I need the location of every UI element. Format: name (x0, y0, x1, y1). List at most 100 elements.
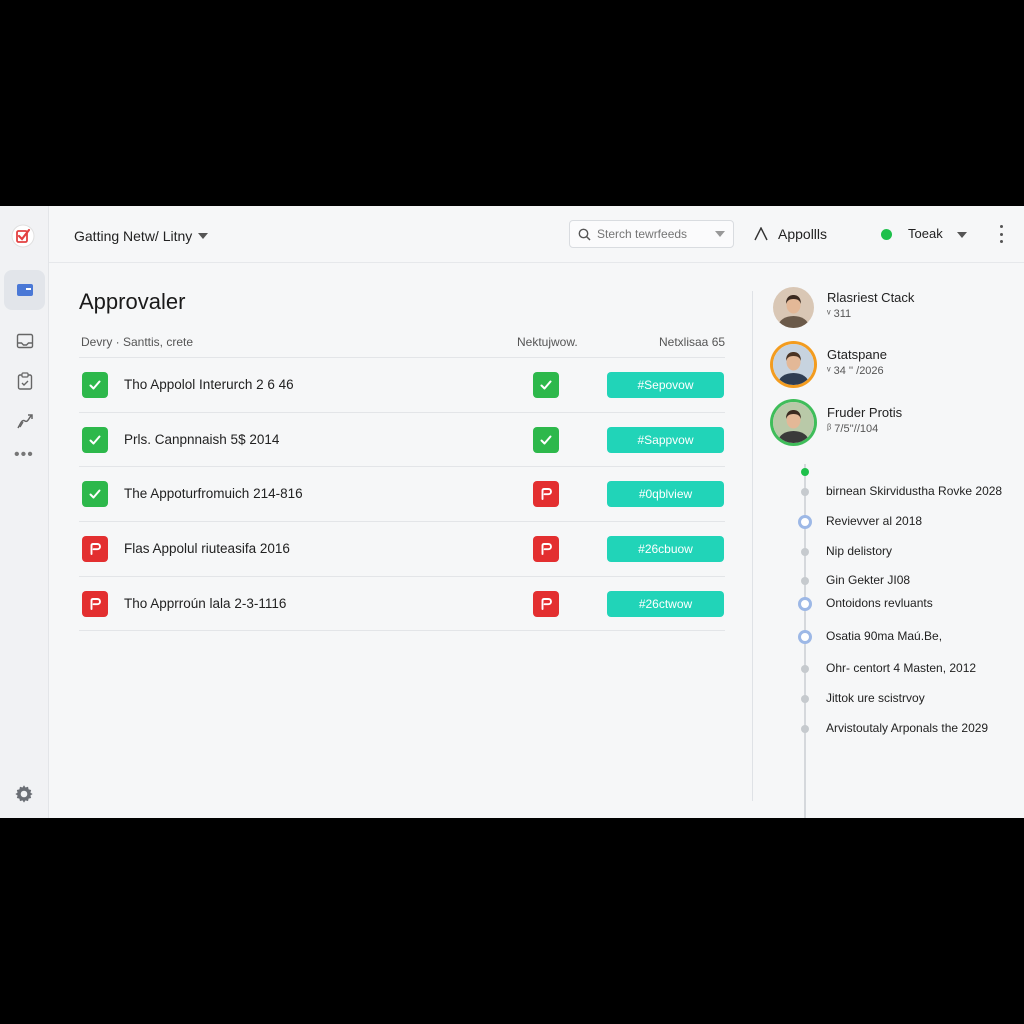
row-tag-button[interactable]: #Sappvow (607, 426, 724, 453)
apps-label: Appollls (778, 226, 828, 242)
row-status-approved-icon[interactable] (82, 481, 108, 508)
row-review-approved-icon[interactable] (533, 372, 559, 398)
avatar[interactable] (773, 344, 814, 385)
sidebar-item-inbox[interactable] (4, 321, 45, 361)
row-tag-button[interactable]: #Sepovow (607, 372, 724, 398)
sidebar-item-dashboard[interactable] (4, 270, 45, 310)
timeline-item[interactable]: Nip delistory (753, 542, 1023, 562)
timeline-text: Gin Gekter JI08 (826, 573, 911, 587)
search-input[interactable] (597, 227, 707, 241)
timeline-dot (801, 488, 809, 496)
timeline-dot (801, 665, 809, 673)
timeline-item[interactable]: Arvistoutaly Arponals the 2029 (753, 719, 1023, 739)
flag-icon (90, 543, 101, 556)
checkmark-icon (540, 380, 552, 390)
person-card[interactable]: Fruder Protis ᵝ 7/5''//104 (773, 402, 1013, 448)
row-tag-button[interactable]: #0qblview (607, 481, 724, 508)
apps-menu[interactable]: Appollls (754, 226, 827, 242)
avatar[interactable] (773, 402, 814, 443)
gear-icon[interactable] (13, 783, 35, 805)
row-title[interactable]: Prls. Canpnnaish 5$ 2014 (124, 432, 279, 447)
user-name[interactable]: Toeak (908, 226, 943, 241)
kebab-menu-icon[interactable] (997, 225, 1005, 243)
chevron-down-icon[interactable] (957, 232, 967, 238)
row-status-flagged-icon[interactable] (82, 536, 108, 563)
timeline-text: Nip delistory (826, 544, 893, 558)
row-title[interactable]: Tho Appolol Interurch 2 6 46 (124, 377, 294, 392)
timeline-dot (798, 597, 812, 611)
person-meta: ᵝ 7/5''//104 (827, 423, 879, 435)
timeline-item[interactable]: Jittok ure scistrvoy (753, 689, 1023, 709)
trend-icon (16, 414, 33, 429)
timeline-dot (801, 548, 809, 556)
row-status-approved-icon[interactable] (82, 426, 108, 453)
row-title[interactable]: Tho Apprroún lala 2-3-1116 (124, 596, 286, 611)
row-review-approved-icon[interactable] (533, 426, 559, 453)
app-logo-icon[interactable] (11, 224, 35, 248)
timeline-item[interactable]: Revievver al 2018 (753, 512, 1023, 532)
timeline-text: birnean Skirvidustha Rovke 2028 (826, 484, 1003, 498)
sidebar-item-tasks[interactable] (4, 361, 45, 401)
page-menu-label: Gatting Netw/ Litny (74, 228, 193, 244)
timeline-text: Osatia 90ma Maú.Be, (826, 629, 943, 643)
row-tag-button[interactable]: #26cbuow (607, 536, 724, 563)
flag-icon (541, 488, 552, 501)
row-status-approved-icon[interactable] (82, 372, 108, 398)
person-name: Rlasriest Ctack (827, 290, 915, 305)
more-icon[interactable]: ••• (14, 447, 34, 463)
timeline-item[interactable]: Ontoidons revluants (753, 594, 1023, 614)
page-title: Approvaler (79, 289, 186, 314)
timeline-text: Ohr- centort 4 Masten, 2012 (826, 661, 977, 675)
inbox-icon (16, 333, 33, 349)
activity-panel: Rlasriest Ctack ᵛ 311 Gtatspane ᵛ 34 '' /20… (753, 263, 1024, 818)
timeline-text: Arvistoutaly Arponals the 2029 (826, 721, 989, 735)
person-name: Fruder Protis (827, 405, 903, 420)
timeline-text: Revievver al 2018 (826, 514, 923, 528)
row-status-flagged-icon[interactable] (82, 590, 108, 617)
clipboard-icon (17, 372, 32, 390)
timeline-text: Jittok ure scistrvoy (826, 691, 925, 705)
timeline-item (753, 462, 1023, 482)
sidebar: ••• (0, 206, 49, 818)
topbar: Gatting Netw/ Litny Appollls Toeak (49, 206, 1024, 263)
page-menu-dropdown[interactable]: Gatting Netw/ Litny (74, 228, 209, 244)
avatar[interactable] (773, 287, 814, 328)
chevron-down-icon (198, 233, 209, 239)
timeline-dot (798, 515, 812, 529)
timeline-dot (801, 695, 809, 703)
timeline-item[interactable]: Ohr- centort 4 Masten, 2012 (753, 659, 1023, 679)
timeline-item[interactable]: birnean Skirvidustha Rovke 2028 (753, 482, 1023, 502)
row-review-flagged-icon[interactable] (533, 536, 559, 563)
table-row[interactable]: Tho Apprroún lala 2-3-1116 #26ctwow (79, 577, 725, 632)
approvals-table: Tho Appolol Interurch 2 6 46 #Sepovow Prls… (79, 357, 725, 632)
timeline-dot (801, 577, 809, 585)
flag-icon (541, 597, 552, 610)
column-header[interactable]: Nektujwow. (517, 335, 578, 349)
table-row[interactable]: The Appoturfromuich 214-816 #0qblview (79, 467, 725, 523)
flag-icon (90, 597, 101, 610)
person-name: Gtatspane (827, 347, 887, 362)
row-review-flagged-icon[interactable] (533, 590, 559, 617)
app-window: ••• Gatting Netw/ Litny Appollls Toeak (0, 206, 1024, 818)
timeline-item[interactable]: Gin Gekter JI08 (753, 571, 1023, 591)
row-title[interactable]: The Appoturfromuich 214-816 (124, 486, 303, 501)
checkmark-icon (89, 435, 101, 445)
chevron-down-icon[interactable] (715, 231, 725, 237)
row-title[interactable]: Flas Appolul riuteasifa 2016 (124, 541, 290, 556)
row-review-flagged-icon[interactable] (533, 481, 559, 508)
person-card[interactable]: Rlasriest Ctack ᵛ 311 (773, 287, 1013, 333)
online-status-indicator (881, 229, 892, 240)
main-content: Approvaler Devry · Santtis, crete Nektuj… (49, 263, 752, 818)
table-row[interactable]: Prls. Canpnnaish 5$ 2014 #Sappvow (79, 413, 725, 468)
sidebar-item-activity[interactable] (4, 401, 45, 441)
column-header[interactable]: Devry · Santtis, crete (81, 335, 193, 349)
timeline-item[interactable]: Osatia 90ma Maú.Be, (753, 627, 1023, 647)
dashboard-icon (16, 284, 33, 296)
column-header[interactable]: Netxlisaa 65 (659, 335, 725, 349)
person-card[interactable]: Gtatspane ᵛ 34 '' /2026 (773, 344, 1013, 390)
person-meta: ᵛ 311 (827, 308, 852, 320)
row-tag-button[interactable]: #26ctwow (607, 590, 724, 617)
search-box[interactable] (569, 220, 734, 248)
table-row[interactable]: Flas Appolul riuteasifa 2016 #26cbuow (79, 522, 725, 577)
table-row[interactable]: Tho Appolol Interurch 2 6 46 #Sepovow (79, 358, 725, 413)
